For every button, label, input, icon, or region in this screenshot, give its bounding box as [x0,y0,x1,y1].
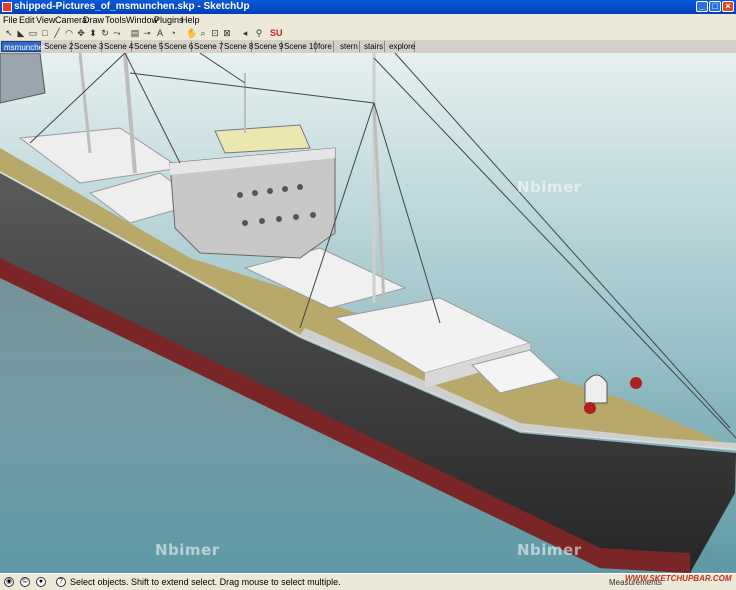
toolbar: ↖ ◣ ▭ □ ╱ ◠ ✥ ⬍ ↻ ⤳ ▤ ⊸ A ◔ ✋ ⌕ ⊡ ⊠ ◂ ⚲ … [0,26,736,41]
tab-stern[interactable]: stern [338,41,360,52]
offset-icon[interactable]: ▤ [130,28,140,38]
user-icon[interactable]: ● [36,577,46,587]
tab-scene-3[interactable]: Scene 3 [72,41,103,52]
tab-fore[interactable]: fore [316,41,334,52]
push-pull-icon[interactable]: ⬍ [88,28,98,38]
menu-help[interactable]: Help [181,15,200,25]
menu-plugins[interactable]: Plugins [154,15,184,25]
status-message: Select objects. Shift to extend select. … [70,577,341,587]
status-bar: ◉ © ● ? Select objects. Shift to extend … [0,573,736,590]
tab-stairs[interactable]: stairs [362,41,385,52]
zoom-extents-icon[interactable]: ⊠ [222,28,232,38]
tab-msmunchen[interactable]: msmunchen [1,41,48,52]
orbit-icon[interactable]: ◔ [168,28,178,38]
move-icon[interactable]: ✥ [76,28,86,38]
menu-edit[interactable]: Edit [19,15,35,25]
menu-view[interactable]: View [36,15,55,25]
tab-scene-4[interactable]: Scene 4 [102,41,133,52]
previous-view-icon[interactable]: ◂ [240,28,250,38]
line-icon[interactable]: ╱ [52,28,62,38]
menu-draw[interactable]: Draw [83,15,104,25]
maximize-button[interactable]: □ [709,1,721,12]
menu-file[interactable]: File [3,15,18,25]
eraser-icon[interactable]: ▭ [28,28,38,38]
site-watermark: WWW.SKETCHUPBAR.COM [625,574,732,583]
text-icon[interactable]: A [155,28,165,38]
follow-me-icon[interactable]: ⤳ [112,28,122,38]
tab-scene-6[interactable]: Scene 6 [162,41,193,52]
geo-location-icon[interactable]: ◉ [4,577,14,587]
tab-scene-7[interactable]: Scene 7 [192,41,223,52]
scene-tabs: msmunchen Scene 2 Scene 3 Scene 4 Scene … [0,40,736,53]
zoom-icon[interactable]: ⌕ [198,28,208,38]
tab-explore[interactable]: explore [387,41,415,52]
walk-icon[interactable]: ⚲ [254,28,264,38]
tape-measure-icon[interactable]: ⊸ [142,28,152,38]
tab-scene-8[interactable]: Scene 8 [222,41,253,52]
tab-scene-5[interactable]: Scene 5 [132,41,163,52]
tab-scene-9[interactable]: Scene 9 [252,41,283,52]
pan-icon[interactable]: ✋ [186,28,197,38]
select-tool-icon[interactable]: ↖ [4,28,14,38]
sketchupbar-icon[interactable]: SU [270,28,283,38]
close-button[interactable]: × [722,1,734,12]
minimize-button[interactable]: _ [696,1,708,12]
paint-bucket-icon[interactable]: ◣ [16,28,26,38]
tab-scene-10[interactable]: Scene 10 [282,41,318,52]
watermark-nbimer-1: Nbimer [517,178,582,196]
sketchup-app-icon [2,2,12,12]
rotate-icon[interactable]: ↻ [100,28,110,38]
arc-icon[interactable]: ◠ [64,28,74,38]
ventilator-red-1 [584,402,596,414]
zoom-window-icon[interactable]: ⊡ [210,28,220,38]
model-viewport[interactable]: Nbimer Nbimer Nbimer [0,53,736,573]
title-bar: shipped-Pictures_of_msmunchen.skp - Sket… [0,0,736,14]
menu-tools[interactable]: Tools [105,15,126,25]
watermark-nbimer-3: Nbimer [517,541,582,559]
help-icon[interactable]: ? [56,577,66,587]
watermark-nbimer-2: Nbimer [155,541,220,559]
credits-icon[interactable]: © [20,577,30,587]
ventilator-red-2 [630,377,642,389]
ventilator-starboard [584,374,608,404]
tab-scene-2[interactable]: Scene 2 [42,41,73,52]
window-title: shipped-Pictures_of_msmunchen.skp - Sket… [14,1,250,12]
rectangle-icon[interactable]: □ [40,28,50,38]
ship-model-render [0,53,736,573]
menu-bar: File Edit View Camera Draw Tools Window … [0,14,736,26]
